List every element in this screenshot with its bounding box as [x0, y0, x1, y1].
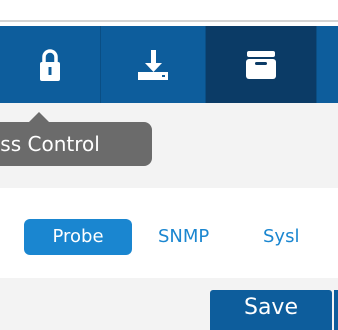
next-button[interactable] — [334, 290, 338, 330]
lock-icon — [40, 48, 60, 81]
archive-button[interactable] — [206, 26, 316, 103]
tooltip-arrow — [29, 112, 49, 122]
toolbar — [0, 26, 338, 103]
tab-probe[interactable]: Probe — [24, 219, 132, 255]
lock-button[interactable] — [0, 26, 100, 103]
tooltip-text: ess Control — [0, 132, 100, 156]
tab-bar: Probe SNMP Sysl — [0, 188, 338, 278]
toolbar-overflow[interactable] — [317, 26, 338, 103]
save-button[interactable]: Save — [210, 290, 332, 330]
download-icon — [138, 49, 168, 80]
archive-icon — [246, 50, 276, 79]
tab-snmp[interactable]: SNMP — [158, 219, 209, 255]
top-divider — [0, 20, 338, 22]
tooltip: ess Control — [0, 122, 152, 166]
tab-syslog[interactable]: Sysl — [263, 219, 299, 255]
top-strip — [0, 0, 338, 26]
download-button[interactable] — [101, 26, 205, 103]
